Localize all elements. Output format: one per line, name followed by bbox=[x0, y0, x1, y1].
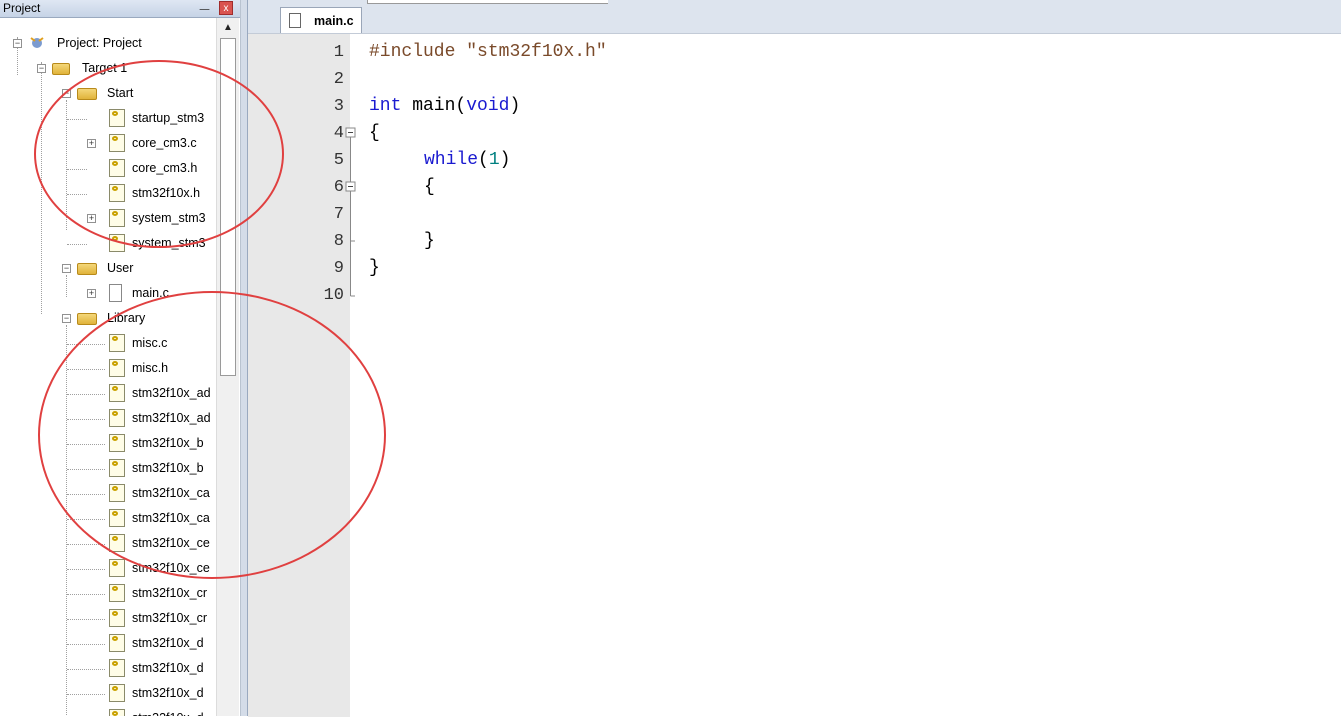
file-icon bbox=[109, 609, 125, 627]
collapse-icon[interactable]: − bbox=[62, 264, 71, 273]
tree-item-label: Project: Project bbox=[57, 36, 142, 50]
tree-item-label: stm32f10x_cr bbox=[132, 586, 208, 600]
folder-icon bbox=[77, 263, 97, 275]
brace-token: { bbox=[424, 177, 435, 197]
brace-token: } bbox=[369, 258, 380, 278]
string-token: "stm32f10x.h" bbox=[466, 42, 607, 62]
annotation-ellipse-start bbox=[34, 60, 284, 248]
panel-header: Project ᅳ x bbox=[0, 0, 240, 18]
pin-icon[interactable]: ᅳ bbox=[199, 1, 210, 18]
file-icon bbox=[109, 284, 122, 302]
tree-item-label: User bbox=[107, 261, 134, 275]
fold-markers bbox=[345, 127, 356, 297]
close-icon[interactable]: x bbox=[219, 1, 233, 15]
code-line: { bbox=[424, 174, 435, 201]
tree-item-label: stm32f10x_d bbox=[132, 636, 204, 650]
file-icon bbox=[109, 584, 125, 602]
line-number: 1 bbox=[333, 43, 344, 62]
code-line: #include "stm32f10x.h" bbox=[369, 39, 607, 66]
line-number: 2 bbox=[333, 70, 344, 89]
keyword-token: while bbox=[424, 150, 479, 170]
folder-icon bbox=[77, 313, 97, 325]
expand-icon[interactable]: + bbox=[87, 289, 96, 298]
number-token: 1 bbox=[488, 150, 500, 170]
target-folder-icon bbox=[52, 63, 70, 75]
file-icon bbox=[109, 709, 125, 716]
code-editor[interactable]: 1 2 3 4 5 6 7 8 9 10 #include "stm32f10x… bbox=[248, 33, 1341, 717]
punct-token: ) bbox=[499, 150, 511, 170]
line-number: 8 bbox=[333, 232, 344, 251]
punct-token: ) bbox=[509, 96, 521, 116]
collapse-icon[interactable]: − bbox=[62, 314, 71, 323]
file-icon bbox=[109, 559, 125, 577]
keyword-token: void bbox=[466, 96, 510, 116]
tab-label: main.c bbox=[314, 14, 354, 28]
scroll-up-icon[interactable]: ▲ bbox=[220, 20, 236, 36]
tree-item-label: stm32f10x_d bbox=[132, 661, 204, 675]
tree-item-label: stm32f10x_d bbox=[132, 686, 204, 700]
collapse-icon[interactable]: − bbox=[37, 64, 46, 73]
tab-main-c[interactable]: main.c bbox=[280, 7, 362, 33]
code-line: { bbox=[369, 120, 380, 147]
file-icon bbox=[109, 634, 125, 652]
code-line: } bbox=[424, 228, 435, 255]
collapse-icon[interactable]: − bbox=[13, 39, 22, 48]
tree-item-label: stm32f10x_cr bbox=[132, 611, 208, 625]
brace-token: { bbox=[369, 123, 380, 143]
file-icon bbox=[289, 13, 301, 28]
file-icon bbox=[109, 684, 125, 702]
editor-tab-bar: main.c bbox=[248, 0, 1341, 33]
code-line: int main(void) bbox=[369, 93, 520, 120]
brace-token: } bbox=[424, 231, 435, 251]
tree-item-label: stm32f10x_d bbox=[132, 706, 204, 716]
code-line: while(1) bbox=[424, 147, 510, 174]
preprocessor-token: #include bbox=[369, 42, 456, 62]
project-icon bbox=[28, 34, 46, 52]
punct-token: ( bbox=[478, 150, 489, 170]
line-number: 3 bbox=[333, 97, 344, 116]
line-number: 7 bbox=[333, 205, 344, 224]
file-icon bbox=[109, 659, 125, 677]
identifier-token: main( bbox=[401, 96, 467, 116]
line-number: 9 bbox=[333, 259, 344, 278]
panel-title: Project bbox=[3, 1, 41, 15]
code-line: } bbox=[369, 255, 380, 282]
annotation-ellipse-library bbox=[38, 291, 386, 579]
toolbar-edge bbox=[367, 0, 608, 4]
keyword-token: int bbox=[369, 96, 402, 116]
